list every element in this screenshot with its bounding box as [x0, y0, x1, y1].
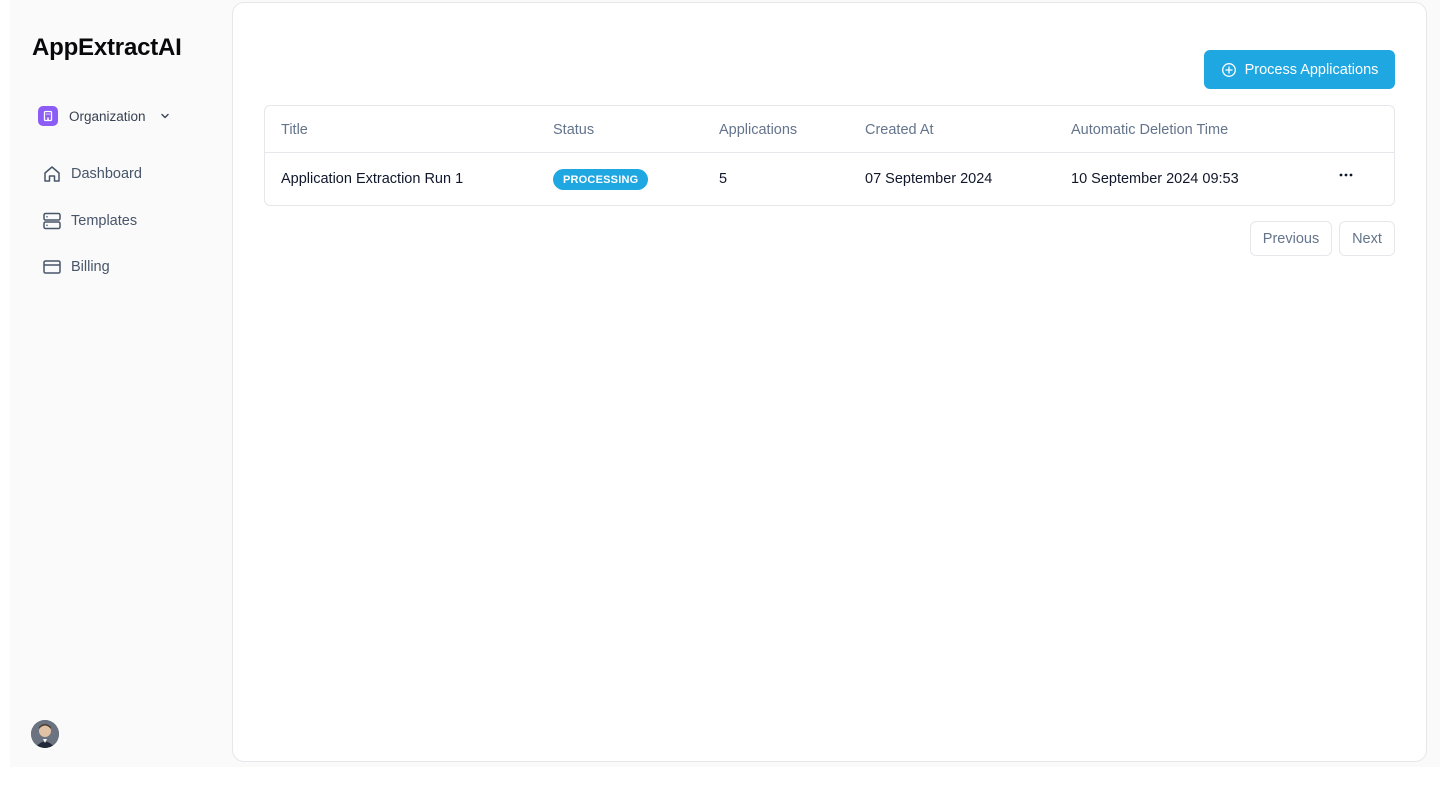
sidebar-item-label: Templates — [71, 212, 138, 229]
row-applications-count: 5 — [719, 171, 728, 187]
status-badge: PROCESSING — [553, 169, 649, 190]
sidebar-nav: Dashboard Templates Billing — [42, 160, 142, 300]
column-header-deletion-time[interactable]: Automatic Deletion Time — [1071, 122, 1228, 138]
credit-card-icon — [42, 257, 62, 277]
home-icon — [42, 164, 62, 184]
process-applications-label: Process Applications — [1244, 61, 1379, 78]
sidebar-item-label: Billing — [71, 259, 110, 275]
previous-page-button[interactable]: Previous — [1250, 221, 1332, 256]
next-page-button[interactable]: Next — [1339, 221, 1395, 256]
column-header-status[interactable]: Status — [553, 122, 594, 138]
app-shell: AppExtractAI Organization Dashboard Temp… — [10, 0, 1440, 767]
table-row[interactable]: Application Extraction Run 1 PROCESSING … — [265, 153, 1394, 206]
table-header: Title Status Applications Created At Aut… — [265, 106, 1394, 153]
column-header-title[interactable]: Title — [281, 122, 308, 138]
sidebar-item-billing[interactable]: Billing — [42, 253, 142, 281]
column-header-applications[interactable]: Applications — [719, 122, 797, 138]
building-icon — [38, 106, 58, 126]
user-avatar[interactable] — [31, 720, 59, 748]
sidebar-item-dashboard[interactable]: Dashboard — [42, 160, 142, 188]
more-actions-icon[interactable] — [1337, 163, 1355, 187]
organization-label: Organization — [69, 108, 146, 124]
row-deletion-time: 10 September 2024 09:53 — [1071, 171, 1239, 187]
row-created-at: 07 September 2024 — [865, 171, 993, 187]
row-title: Application Extraction Run 1 — [281, 171, 464, 187]
runs-table: Title Status Applications Created At Aut… — [264, 105, 1395, 206]
server-icon — [42, 211, 62, 231]
sidebar-item-label: Dashboard — [71, 166, 142, 182]
chevron-down-icon — [159, 110, 171, 122]
sidebar-item-templates[interactable]: Templates — [42, 207, 142, 235]
app-logo-text: AppExtractAI — [32, 34, 182, 61]
process-applications-button[interactable]: Process Applications — [1204, 50, 1395, 89]
sidebar: AppExtractAI Organization Dashboard Temp… — [10, 0, 232, 767]
plus-circle-icon — [1221, 62, 1237, 78]
main-panel: Process Applications Title Status Applic… — [232, 2, 1427, 762]
organization-switcher[interactable]: Organization — [38, 106, 171, 126]
column-header-created-at[interactable]: Created At — [865, 122, 934, 138]
